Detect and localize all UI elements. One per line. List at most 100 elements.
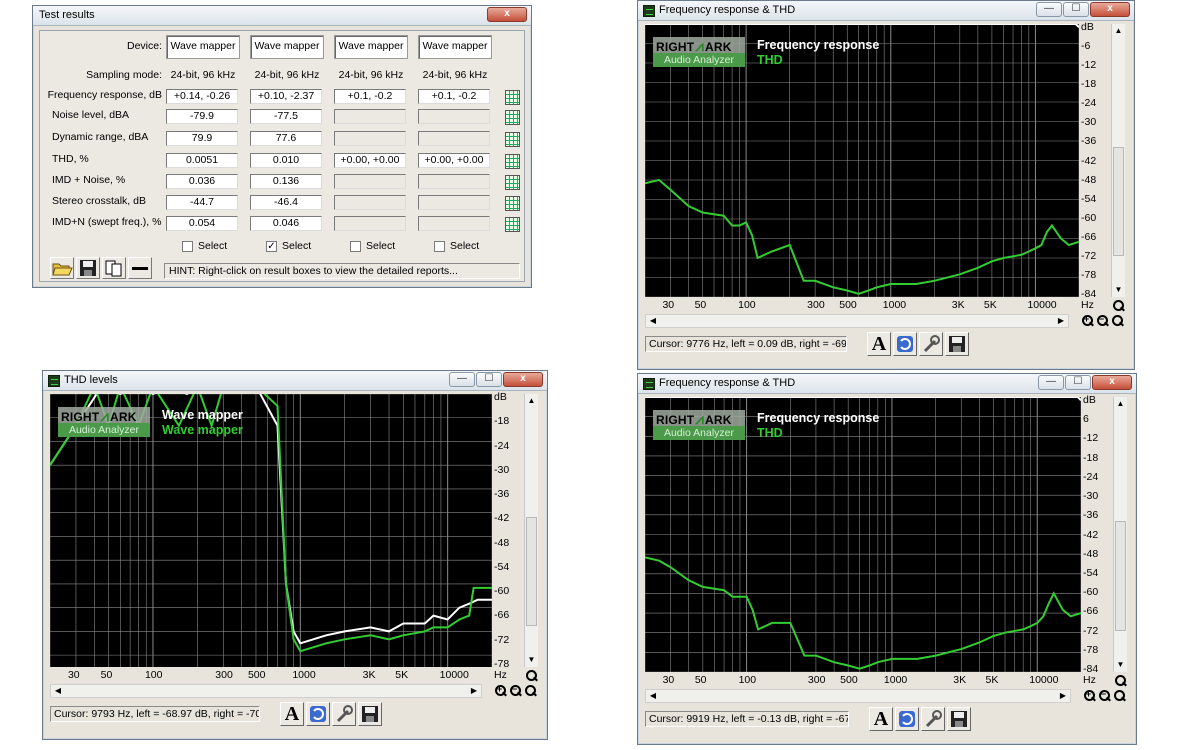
save-button[interactable]: [358, 702, 382, 726]
zoom-fit-icon[interactable]: [1114, 675, 1127, 688]
result-box-dynamic-range[interactable]: 77.6: [250, 131, 322, 146]
result-box-dynamic-range[interactable]: [334, 131, 406, 146]
result-box-thd[interactable]: 0.0051: [166, 153, 238, 168]
result-box-frequency-response[interactable]: +0.10, -2.37: [250, 89, 322, 104]
refresh-button[interactable]: [893, 332, 917, 356]
zoom-reset-icon[interactable]: [524, 685, 537, 698]
settings-button[interactable]: [332, 702, 356, 726]
vertical-scrollbar[interactable]: ▲ ▼: [524, 394, 538, 667]
scroll-right-arrow-icon[interactable]: ▶: [467, 685, 481, 697]
result-box-noise[interactable]: -77.5: [250, 109, 322, 124]
minus-button[interactable]: [128, 257, 152, 279]
result-box-crosstalk[interactable]: -44.7: [166, 195, 238, 210]
result-box-imd-noise[interactable]: [418, 174, 490, 189]
scroll-down-arrow-icon[interactable]: ▼: [1114, 658, 1127, 672]
scroll-right-arrow-icon[interactable]: ▶: [1054, 315, 1068, 327]
save-button[interactable]: [76, 257, 100, 279]
horizontal-scrollbar[interactable]: ◀ ▶: [645, 689, 1071, 703]
result-box-frequency-response[interactable]: +0.1, -0.2: [334, 89, 406, 104]
scrollbar-thumb[interactable]: [1115, 520, 1126, 631]
result-box-frequency-response[interactable]: +0.1, -0.2: [418, 89, 490, 104]
save-button[interactable]: [945, 332, 969, 356]
result-box-imd-noise[interactable]: 0.036: [166, 174, 238, 189]
font-button[interactable]: A: [869, 707, 893, 731]
result-box-imd-swept[interactable]: 0.046: [250, 216, 322, 231]
report-grid-icon[interactable]: [505, 154, 520, 169]
result-box-dynamic-range[interactable]: 79.9: [166, 131, 238, 146]
horizontal-scrollbar[interactable]: ◀ ▶: [645, 314, 1069, 328]
result-box-frequency-response[interactable]: +0.14, -0.26: [166, 89, 238, 104]
report-grid-icon[interactable]: [505, 90, 520, 105]
maximize-button[interactable]: ☐: [1063, 2, 1089, 17]
horizontal-scrollbar[interactable]: ◀ ▶: [50, 684, 482, 698]
zoom-in-icon[interactable]: +: [1081, 315, 1094, 328]
scroll-down-arrow-icon[interactable]: ▼: [1112, 283, 1125, 297]
close-button[interactable]: x: [1092, 375, 1132, 390]
result-box-noise[interactable]: -79.9: [166, 109, 238, 124]
scroll-up-arrow-icon[interactable]: ▲: [525, 394, 538, 408]
refresh-button[interactable]: [306, 702, 330, 726]
refresh-button[interactable]: [895, 707, 919, 731]
report-grid-icon[interactable]: [505, 110, 520, 125]
result-box-crosstalk[interactable]: [334, 195, 406, 210]
result-box-imd-swept[interactable]: 0.054: [166, 216, 238, 231]
result-box-noise[interactable]: [334, 109, 406, 124]
minimize-button[interactable]: —: [1038, 375, 1064, 390]
analyzer-titlebar[interactable]: Frequency response & THD — ☐ x: [638, 374, 1136, 394]
scroll-down-arrow-icon[interactable]: ▼: [525, 653, 538, 667]
report-grid-icon[interactable]: [505, 217, 520, 232]
select-checkbox[interactable]: [350, 241, 361, 252]
column-header-device[interactable]: Wave mapper: [334, 35, 408, 59]
scroll-up-arrow-icon[interactable]: ▲: [1114, 397, 1127, 411]
vertical-scrollbar[interactable]: ▲ ▼: [1111, 24, 1125, 297]
minimize-button[interactable]: —: [1036, 2, 1062, 17]
scroll-left-arrow-icon[interactable]: ◀: [51, 685, 65, 697]
result-box-imd-noise[interactable]: [334, 174, 406, 189]
scrollbar-thumb[interactable]: [1113, 146, 1124, 257]
copy-button[interactable]: [102, 257, 126, 279]
zoom-out-icon[interactable]: −: [1098, 690, 1111, 703]
result-box-crosstalk[interactable]: -46.4: [250, 195, 322, 210]
zoom-in-icon[interactable]: +: [1083, 690, 1096, 703]
settings-button[interactable]: [921, 707, 945, 731]
column-header-device[interactable]: Wave mapper: [418, 35, 492, 59]
report-grid-icon[interactable]: [505, 175, 520, 190]
result-box-imd-noise[interactable]: 0.136: [250, 174, 322, 189]
zoom-reset-icon[interactable]: [1111, 315, 1124, 328]
zoom-fit-icon[interactable]: [525, 670, 538, 683]
scroll-left-arrow-icon[interactable]: ◀: [646, 690, 660, 702]
result-box-thd[interactable]: +0.00, +0.00: [334, 153, 406, 168]
font-button[interactable]: A: [867, 332, 891, 356]
report-grid-icon[interactable]: [505, 132, 520, 147]
result-box-crosstalk[interactable]: [418, 195, 490, 210]
select-checkbox[interactable]: [182, 241, 193, 252]
analyzer-titlebar[interactable]: Frequency response & THD — ☐ x: [638, 1, 1134, 21]
column-header-device[interactable]: Wave mapper: [250, 35, 324, 59]
select-checkbox-checked[interactable]: ✓: [266, 241, 277, 252]
result-box-dynamic-range[interactable]: [418, 131, 490, 146]
save-button[interactable]: [947, 707, 971, 731]
report-grid-icon[interactable]: [505, 196, 520, 211]
select-checkbox[interactable]: [434, 241, 445, 252]
close-button[interactable]: x: [487, 7, 527, 22]
zoom-out-icon[interactable]: −: [509, 685, 522, 698]
maximize-button[interactable]: ☐: [476, 372, 502, 387]
zoom-fit-icon[interactable]: [1112, 300, 1125, 313]
column-header-device[interactable]: Wave mapper: [166, 35, 240, 59]
result-box-imd-swept[interactable]: [418, 216, 490, 231]
open-folder-button[interactable]: [50, 257, 74, 279]
maximize-button[interactable]: ☐: [1065, 375, 1091, 390]
zoom-out-icon[interactable]: −: [1096, 315, 1109, 328]
vertical-scrollbar[interactable]: ▲ ▼: [1113, 397, 1127, 672]
result-box-noise[interactable]: [418, 109, 490, 124]
settings-button[interactable]: [919, 332, 943, 356]
close-button[interactable]: x: [503, 372, 543, 387]
analyzer-titlebar[interactable]: THD levels — ☐ x: [43, 371, 547, 391]
result-box-imd-swept[interactable]: [334, 216, 406, 231]
scroll-up-arrow-icon[interactable]: ▲: [1112, 24, 1125, 38]
zoom-reset-icon[interactable]: [1113, 690, 1126, 703]
test-results-titlebar[interactable]: Test results x: [33, 6, 531, 26]
result-box-thd[interactable]: +0.00, +0.00: [418, 153, 490, 168]
result-box-thd[interactable]: 0.010: [250, 153, 322, 168]
scroll-right-arrow-icon[interactable]: ▶: [1056, 690, 1070, 702]
